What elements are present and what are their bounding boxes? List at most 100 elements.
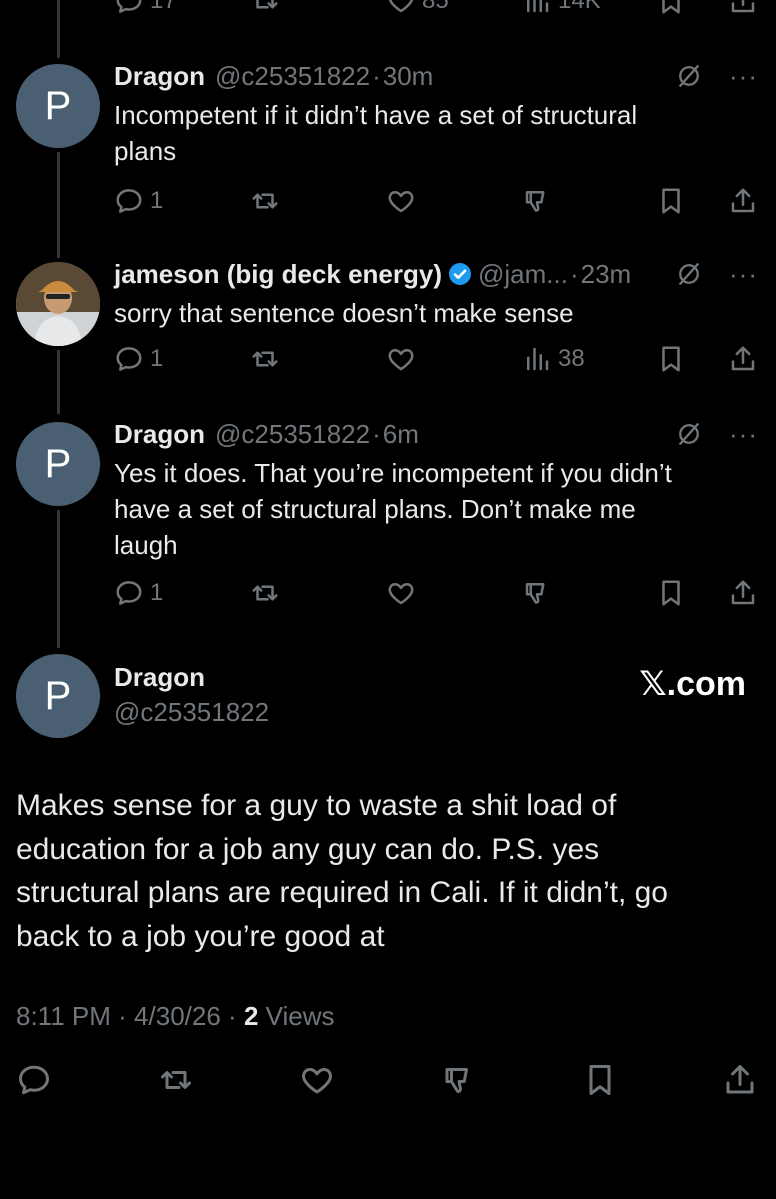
more-icon[interactable]: ···	[729, 61, 758, 92]
user-handle[interactable]: @c25351822	[215, 419, 370, 450]
user-handle[interactable]: @c25351822	[215, 61, 370, 92]
more-icon[interactable]: ···	[729, 259, 758, 290]
timestamp[interactable]: 23m	[581, 259, 632, 290]
retweet-button[interactable]	[250, 340, 280, 378]
action-bar: 1	[114, 574, 760, 612]
share-button[interactable]	[728, 182, 758, 220]
tweet-header: Dragon @c25351822 · 30m	[114, 58, 433, 94]
bookmark-button[interactable]	[656, 182, 686, 220]
like-button[interactable]	[386, 340, 416, 378]
user-handle[interactable]: @jam...	[478, 259, 568, 290]
dislike-button[interactable]	[522, 574, 552, 612]
separator-dot: ·	[372, 418, 381, 449]
reply-button[interactable]: 1	[114, 574, 163, 612]
share-icon	[728, 0, 758, 16]
tweet-header: jameson (big deck energy) @jam... · 23m	[114, 256, 631, 292]
dislike-icon	[522, 578, 552, 608]
timestamp[interactable]: 30m	[383, 61, 434, 92]
retweet-icon	[158, 1062, 194, 1098]
reply-button[interactable]	[16, 1058, 52, 1102]
views-count: 14K	[558, 0, 601, 14]
reply-icon	[16, 1062, 52, 1098]
display-name[interactable]: jameson (big deck energy)	[114, 259, 442, 290]
dislike-button[interactable]	[441, 1058, 477, 1102]
bookmark-button[interactable]	[582, 1058, 618, 1102]
user-handle[interactable]: @c25351822	[114, 697, 269, 728]
views-label: Views	[265, 1001, 335, 1031]
reply-icon	[114, 0, 144, 16]
tweet-header: Dragon @c25351822 · 6m	[114, 416, 419, 452]
grok-icon[interactable]	[675, 260, 703, 288]
bookmark-icon	[656, 186, 686, 216]
avatar[interactable]	[16, 262, 100, 346]
reply-count: 1	[150, 579, 164, 606]
share-icon	[722, 1062, 758, 1098]
share-icon	[728, 186, 758, 216]
tweet-header-actions: ···	[675, 256, 758, 292]
display-name[interactable]: Dragon	[114, 662, 205, 693]
retweet-button[interactable]	[250, 0, 280, 20]
retweet-icon	[250, 186, 280, 216]
reply-count: 1	[150, 187, 164, 214]
like-icon	[386, 186, 416, 216]
display-name[interactable]: Dragon	[114, 419, 205, 450]
bookmark-button[interactable]	[656, 0, 686, 20]
action-bar	[16, 1058, 760, 1102]
reply-button[interactable]: 1	[114, 340, 163, 378]
retweet-icon	[250, 578, 280, 608]
retweet-button[interactable]	[158, 1058, 194, 1102]
reply-count: 17	[150, 0, 177, 14]
like-icon	[386, 578, 416, 608]
retweet-button[interactable]	[250, 574, 280, 612]
dislike-icon	[441, 1062, 477, 1098]
tweet-date[interactable]: 4/30/26	[134, 1001, 221, 1031]
timestamp[interactable]: 6m	[383, 419, 419, 450]
dislike-button[interactable]	[522, 182, 552, 220]
views-count: 38	[558, 345, 585, 372]
avatar[interactable]: P	[16, 422, 100, 506]
avatar[interactable]: P	[16, 654, 100, 738]
share-icon	[728, 344, 758, 374]
reply-icon	[114, 344, 144, 374]
like-button[interactable]	[299, 1058, 335, 1102]
share-icon	[728, 578, 758, 608]
share-button[interactable]	[728, 0, 758, 20]
bookmark-icon	[656, 344, 686, 374]
like-button[interactable]	[386, 182, 416, 220]
top-action-bar: 17 85 14K	[114, 0, 760, 20]
reply-icon	[114, 186, 144, 216]
display-name[interactable]: Dragon	[114, 61, 205, 92]
views-button[interactable]: 14K	[522, 0, 601, 20]
avatar[interactable]: P	[16, 64, 100, 148]
share-button[interactable]	[728, 574, 758, 612]
avatar-photo-image	[16, 262, 100, 346]
tweet-time[interactable]: 8:11 PM	[16, 1001, 111, 1031]
share-button[interactable]	[728, 340, 758, 378]
reply-button[interactable]: 1	[114, 182, 163, 220]
like-icon	[299, 1062, 335, 1098]
like-icon	[386, 0, 416, 16]
retweet-button[interactable]	[250, 182, 280, 220]
bookmark-button[interactable]	[656, 340, 686, 378]
like-button[interactable]: 85	[386, 0, 449, 20]
thread-line-1	[57, 152, 60, 258]
grok-icon[interactable]	[675, 62, 703, 90]
reply-button[interactable]: 17	[114, 0, 177, 20]
reply-count: 1	[150, 345, 164, 372]
verified-icon	[448, 263, 471, 285]
like-icon	[386, 344, 416, 374]
more-icon[interactable]: ···	[729, 419, 758, 450]
retweet-icon	[250, 344, 280, 374]
tweet-text: Yes it does. That you’re incompetent if …	[114, 458, 672, 560]
tweet-metadata: 8:11 PM · 4/30/26 · 2 Views	[16, 1001, 335, 1032]
bookmark-button[interactable]	[656, 574, 686, 612]
share-button[interactable]	[722, 1058, 758, 1102]
tweet-header-actions: ···	[675, 58, 758, 94]
like-count: 85	[422, 0, 449, 14]
grok-icon[interactable]	[675, 420, 703, 448]
views-button[interactable]: 38	[522, 340, 585, 378]
separator-dot: ·	[372, 60, 381, 91]
bookmark-icon	[656, 578, 686, 608]
separator-dot: ·	[118, 1001, 127, 1031]
like-button[interactable]	[386, 574, 416, 612]
